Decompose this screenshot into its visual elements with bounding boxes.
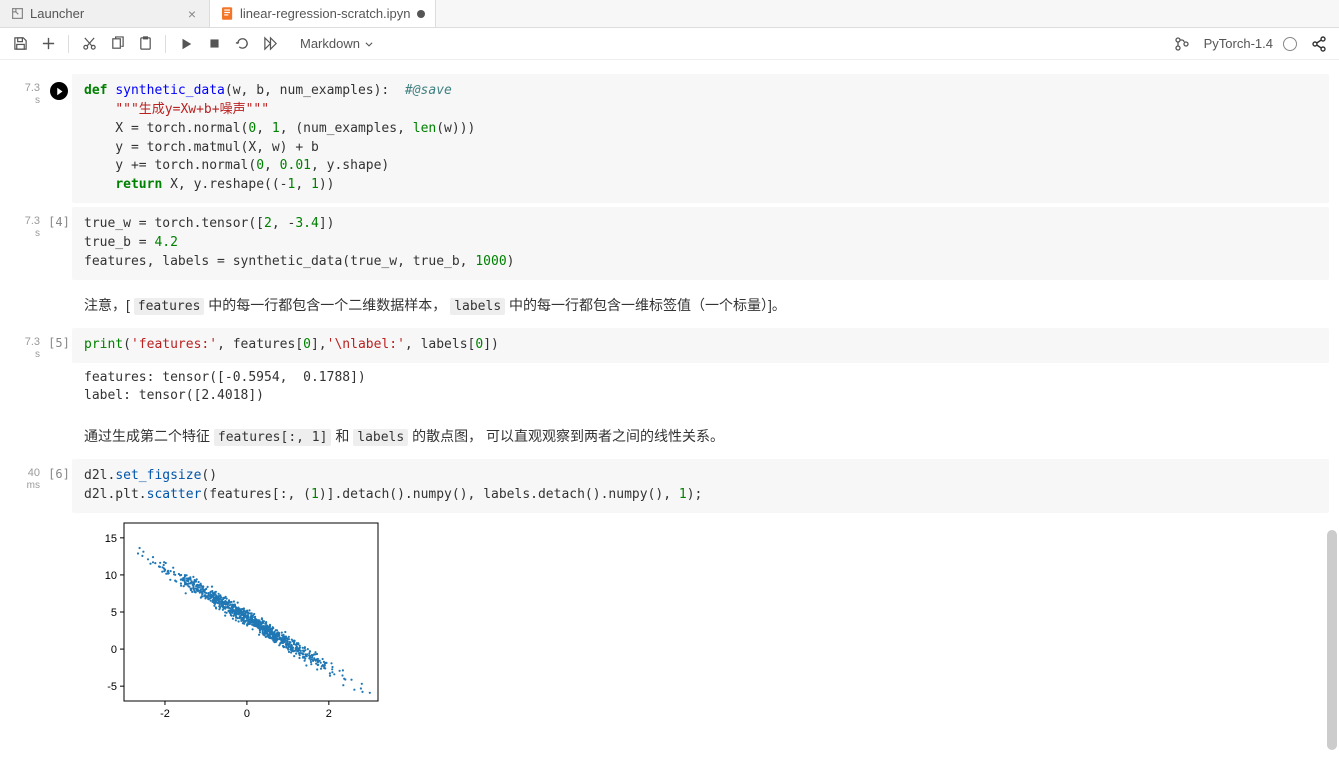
separator (68, 35, 69, 53)
code-input[interactable]: print('features:', features[0],'\nlabel:… (72, 328, 1329, 363)
run-button[interactable] (174, 32, 198, 56)
tab-bar: Launcher × linear-regression-scratch.ipy… (0, 0, 1339, 28)
paste-button[interactable] (133, 32, 157, 56)
code-cell[interactable]: 7.3s [4] true_w = torch.tensor([2, -3.4]… (0, 205, 1339, 282)
cell-gutter: 7.3s (0, 74, 46, 203)
code-input[interactable]: true_w = torch.tensor([2, -3.4]) true_b … (72, 207, 1329, 280)
git-button[interactable] (1170, 32, 1194, 56)
cell-gutter: 7.3s (0, 207, 46, 280)
timing-value: 7.3 (0, 336, 40, 349)
code-input[interactable]: def synthetic_data(w, b, num_examples): … (72, 74, 1329, 203)
svg-text:5: 5 (111, 607, 117, 619)
cut-button[interactable] (77, 32, 101, 56)
exec-count: [5] (48, 336, 70, 350)
code-keyword: features[:, 1] (214, 429, 332, 446)
svg-text:0: 0 (244, 708, 250, 720)
notebook-body[interactable]: 7.3s def synthetic_data(w, b, num_exampl… (0, 60, 1339, 764)
timing-unit: s (0, 349, 40, 361)
svg-text:0: 0 (111, 644, 117, 656)
cell-prompt: [5] (46, 328, 72, 411)
kernel-status-icon[interactable] (1283, 37, 1297, 51)
cell-prompt (46, 74, 72, 203)
tab-notebook[interactable]: linear-regression-scratch.ipyn (210, 0, 436, 27)
cell-type-label: Markdown (300, 36, 360, 51)
timing-unit: s (0, 95, 40, 107)
cell-gutter: 7.3s (0, 328, 46, 411)
exec-count: [4] (48, 215, 70, 229)
tab-launcher[interactable]: Launcher × (0, 0, 210, 27)
code-cell[interactable]: 7.3s def synthetic_data(w, b, num_exampl… (0, 72, 1339, 205)
code-cell[interactable]: 7.3s [5] print('features:', features[0],… (0, 326, 1339, 413)
svg-text:15: 15 (105, 533, 117, 545)
timing-value: 7.3 (0, 215, 40, 228)
close-icon[interactable]: × (185, 7, 199, 21)
svg-text:-2: -2 (160, 708, 170, 720)
scatter-plot: -2 0 2 -5 0 5 10 15 (84, 517, 384, 727)
code-keyword: labels (450, 298, 505, 315)
cell-prompt (46, 415, 72, 455)
timing-value: 7.3 (0, 82, 40, 95)
tab-label: Launcher (30, 6, 179, 21)
notebook-icon (220, 7, 234, 21)
launcher-icon (10, 7, 24, 21)
cell-prompt: [6] (46, 459, 72, 742)
exec-count: [6] (48, 467, 70, 481)
save-button[interactable] (8, 32, 32, 56)
code-keyword: labels (353, 429, 408, 446)
tab-label: linear-regression-scratch.ipyn (240, 6, 411, 21)
cell-output: features: tensor([-0.5954, 0.1788]) labe… (72, 363, 1329, 411)
markdown-cell[interactable]: 注意，[ features 中的每一行都包含一个二维数据样本， labels 中… (0, 282, 1339, 326)
scrollbar-thumb[interactable] (1327, 530, 1337, 750)
separator (165, 35, 166, 53)
notebook-toolbar: Markdown PyTorch-1.4 (0, 28, 1339, 60)
code-input[interactable]: d2l.set_figsize() d2l.plt.scatter(featur… (72, 459, 1329, 513)
cell-prompt (46, 284, 72, 324)
cell-prompt: [4] (46, 207, 72, 280)
dirty-indicator-icon (417, 10, 425, 18)
run-cell-icon[interactable] (50, 82, 68, 100)
share-button[interactable] (1307, 32, 1331, 56)
restart-button[interactable] (230, 32, 254, 56)
svg-text:2: 2 (326, 708, 332, 720)
code-cell[interactable]: 40ms [6] d2l.set_figsize() d2l.plt.scatt… (0, 457, 1339, 744)
markdown-cell[interactable]: 通过生成第二个特征 features[:, 1] 和 labels 的散点图， … (0, 413, 1339, 457)
code-keyword: features (134, 298, 205, 315)
run-all-button[interactable] (258, 32, 282, 56)
timing-unit: s (0, 228, 40, 240)
copy-button[interactable] (105, 32, 129, 56)
timing-value: 40 (0, 467, 40, 480)
cell-gutter (0, 415, 46, 455)
cell-gutter: 40ms (0, 459, 46, 742)
timing-unit: ms (0, 480, 40, 492)
svg-text:-5: -5 (107, 681, 117, 693)
cell-type-select[interactable]: Markdown (294, 36, 380, 51)
cell-gutter (0, 284, 46, 324)
stop-button[interactable] (202, 32, 226, 56)
add-cell-button[interactable] (36, 32, 60, 56)
markdown-content: 通过生成第二个特征 features[:, 1] 和 labels 的散点图， … (72, 415, 1329, 455)
chevron-down-icon (364, 39, 374, 49)
scrollbar[interactable] (1327, 60, 1337, 764)
chart-output: -2 0 2 -5 0 5 10 15 (72, 513, 1329, 742)
svg-text:10: 10 (105, 570, 117, 582)
kernel-selector[interactable]: PyTorch-1.4 (1204, 36, 1273, 51)
markdown-content: 注意，[ features 中的每一行都包含一个二维数据样本， labels 中… (72, 284, 1329, 324)
